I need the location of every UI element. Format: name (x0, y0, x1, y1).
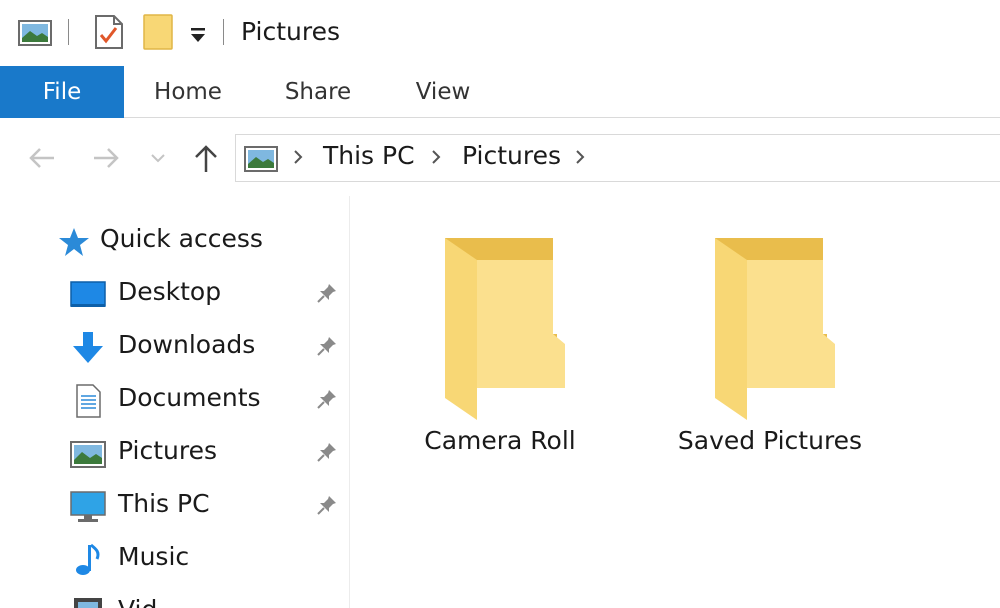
downloads-icon (70, 331, 106, 365)
breadcrumb-pictures[interactable]: Pictures (462, 141, 561, 170)
nav-item-label: Desktop (118, 277, 222, 306)
this-pc-icon (70, 490, 106, 524)
recent-locations-icon[interactable] (144, 144, 172, 172)
nav-item-label: Downloads (118, 330, 256, 359)
nav-item-label: Documents (118, 383, 261, 412)
nav-item-documents[interactable]: Documents (0, 374, 350, 426)
pictures-library-icon[interactable] (18, 20, 52, 50)
nav-item-label: Vid (118, 595, 157, 608)
nav-item-label: This PC (118, 489, 210, 518)
nav-item-this-pc[interactable]: This PC (0, 480, 350, 532)
back-arrow-icon[interactable] (24, 140, 60, 176)
folder-name: Camera Roll (424, 426, 576, 455)
pin-icon[interactable] (316, 441, 338, 467)
nav-item-downloads[interactable]: Downloads (0, 321, 350, 373)
title-bar: Pictures (0, 0, 1000, 66)
folder-saved-pictures[interactable]: Saved Pictures (670, 226, 870, 476)
navigation-pane: Quick access Desktop Downloads Documents… (0, 196, 350, 608)
chevron-right-icon[interactable] (290, 145, 306, 173)
videos-icon (70, 596, 106, 608)
nav-item-videos[interactable]: Vid (0, 586, 350, 608)
customize-dropdown-icon[interactable] (189, 26, 207, 48)
tab-share[interactable]: Share (260, 66, 376, 118)
tab-file[interactable]: File (0, 66, 124, 118)
pin-icon[interactable] (316, 335, 338, 361)
new-folder-icon[interactable] (143, 14, 173, 54)
desktop-icon (70, 278, 106, 312)
up-arrow-icon[interactable] (188, 140, 224, 176)
pin-icon[interactable] (316, 282, 338, 308)
navigation-bar: This PC Pictures (0, 118, 1000, 196)
folder-content-area: Camera Roll Saved Pictures (351, 196, 1000, 608)
folder-icon (445, 238, 565, 420)
nav-item-music[interactable]: Music (0, 533, 350, 585)
properties-icon[interactable] (94, 14, 124, 54)
tab-view[interactable]: View (385, 66, 501, 118)
folder-name: Saved Pictures (677, 426, 863, 455)
forward-arrow-icon[interactable] (88, 140, 124, 176)
tab-home[interactable]: Home (130, 66, 246, 118)
breadcrumb-this-pc[interactable]: This PC (323, 141, 415, 170)
documents-icon (70, 384, 106, 418)
quick-access-star-icon (56, 225, 92, 259)
pin-icon[interactable] (316, 388, 338, 414)
chevron-right-icon[interactable] (428, 145, 444, 173)
address-bar[interactable]: This PC Pictures (235, 134, 1000, 182)
nav-item-label: Quick access (100, 224, 263, 253)
pictures-icon (70, 437, 106, 471)
music-icon (70, 543, 106, 577)
nav-item-desktop[interactable]: Desktop (0, 268, 350, 320)
chevron-right-icon[interactable] (572, 145, 588, 173)
nav-item-label: Pictures (118, 436, 217, 465)
pin-icon[interactable] (316, 494, 338, 520)
folder-camera-roll[interactable]: Camera Roll (400, 226, 600, 476)
pictures-location-icon (244, 146, 278, 176)
ribbon-tabs: File Home Share View (0, 66, 1000, 118)
nav-item-pictures[interactable]: Pictures (0, 427, 350, 479)
window-title: Pictures (241, 17, 340, 46)
nav-item-label: Music (118, 542, 190, 571)
nav-item-quick-access[interactable]: Quick access (0, 215, 350, 267)
folder-icon (715, 238, 835, 420)
